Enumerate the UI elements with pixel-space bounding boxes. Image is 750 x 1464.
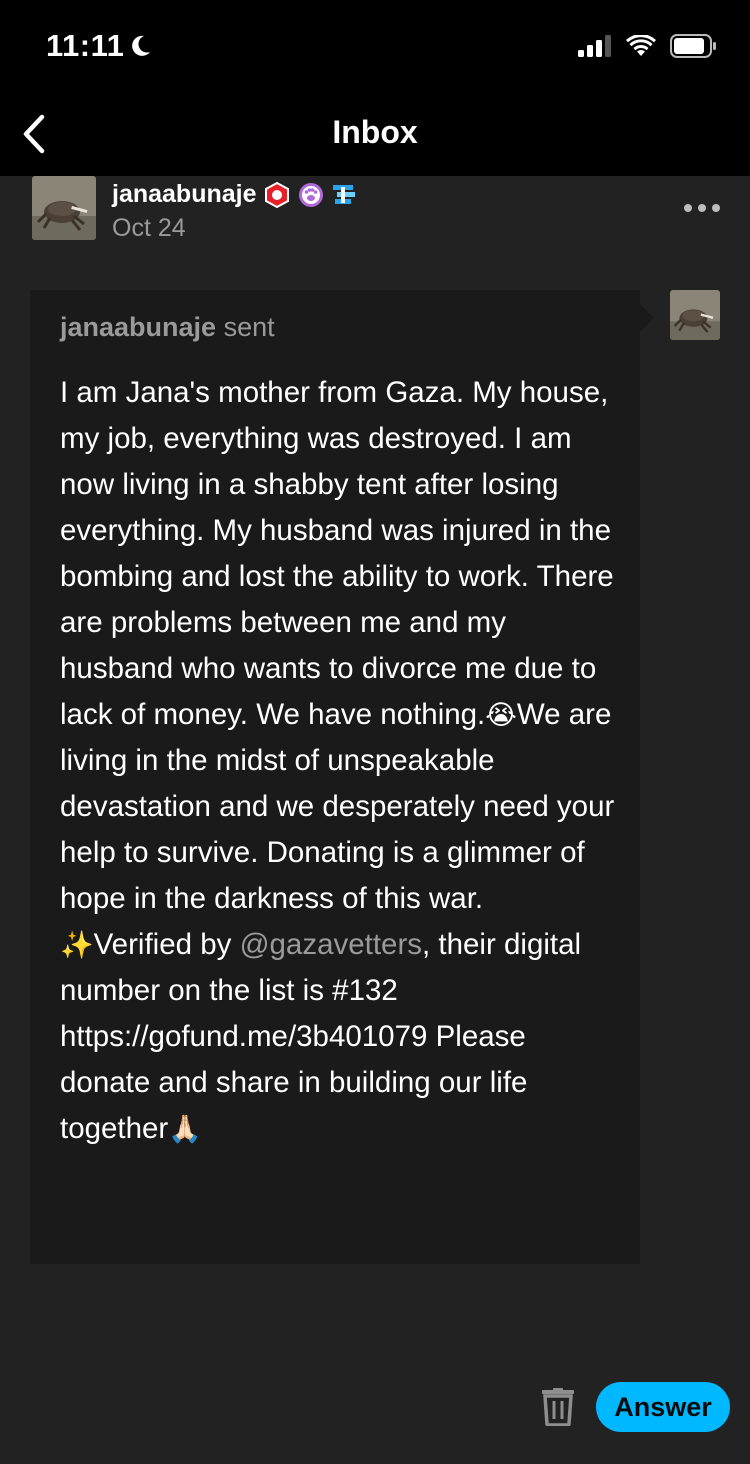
sent-line: janaabunaje sent bbox=[60, 312, 275, 343]
page-title: Inbox bbox=[332, 114, 418, 150]
paw-badge-icon bbox=[298, 182, 323, 207]
ellipsis-dot bbox=[712, 204, 720, 212]
crying-emoji: 😭 bbox=[485, 700, 517, 730]
bubble-tail bbox=[640, 304, 654, 332]
ellipsis-dot bbox=[684, 204, 692, 212]
nav-bar: Inbox bbox=[0, 92, 750, 176]
message-bubble: janaabunaje sent I am Jana's mother from… bbox=[30, 290, 640, 1264]
crab-avatar-image bbox=[32, 176, 96, 240]
post-header: janaabunaje Oct 24 bbox=[0, 176, 750, 250]
trash-icon bbox=[542, 1388, 574, 1427]
sparkles-emoji: ✨ bbox=[60, 930, 94, 960]
blue-streak-badge-icon bbox=[332, 184, 355, 204]
delete-button[interactable] bbox=[541, 1388, 575, 1427]
status-bar: 11:11 bbox=[0, 0, 750, 92]
signal-icon bbox=[578, 35, 611, 57]
username[interactable]: janaabunaje bbox=[112, 180, 257, 209]
message-text-1: I am Jana's mother from Gaza. My house, … bbox=[60, 376, 614, 731]
message-text-3: Verified by bbox=[93, 928, 240, 961]
status-time: 11:11 bbox=[46, 28, 152, 64]
crab-avatar-image bbox=[670, 290, 720, 340]
avatar[interactable] bbox=[32, 176, 96, 240]
sent-word: sent bbox=[223, 312, 275, 342]
answer-button[interactable]: Answer bbox=[596, 1382, 730, 1432]
time-text: 11:11 bbox=[46, 28, 125, 63]
red-hexagon-badge-icon bbox=[264, 181, 289, 208]
status-icons bbox=[578, 34, 718, 58]
wifi-icon bbox=[626, 35, 656, 56]
ellipsis-dot bbox=[698, 204, 706, 212]
pray-emoji: 🙏🏻 bbox=[168, 1114, 202, 1144]
battery-icon bbox=[670, 34, 716, 58]
more-options-button[interactable] bbox=[684, 200, 724, 216]
mention-link[interactable]: @gazavetters bbox=[240, 928, 422, 961]
message-body: I am Jana's mother from Gaza. My house, … bbox=[60, 370, 620, 1152]
sender-name[interactable]: janaabunaje bbox=[60, 312, 216, 342]
post-date: Oct 24 bbox=[112, 214, 186, 242]
sender-avatar[interactable] bbox=[670, 290, 720, 340]
username-row: janaabunaje bbox=[112, 180, 359, 209]
moon-icon bbox=[132, 35, 151, 56]
